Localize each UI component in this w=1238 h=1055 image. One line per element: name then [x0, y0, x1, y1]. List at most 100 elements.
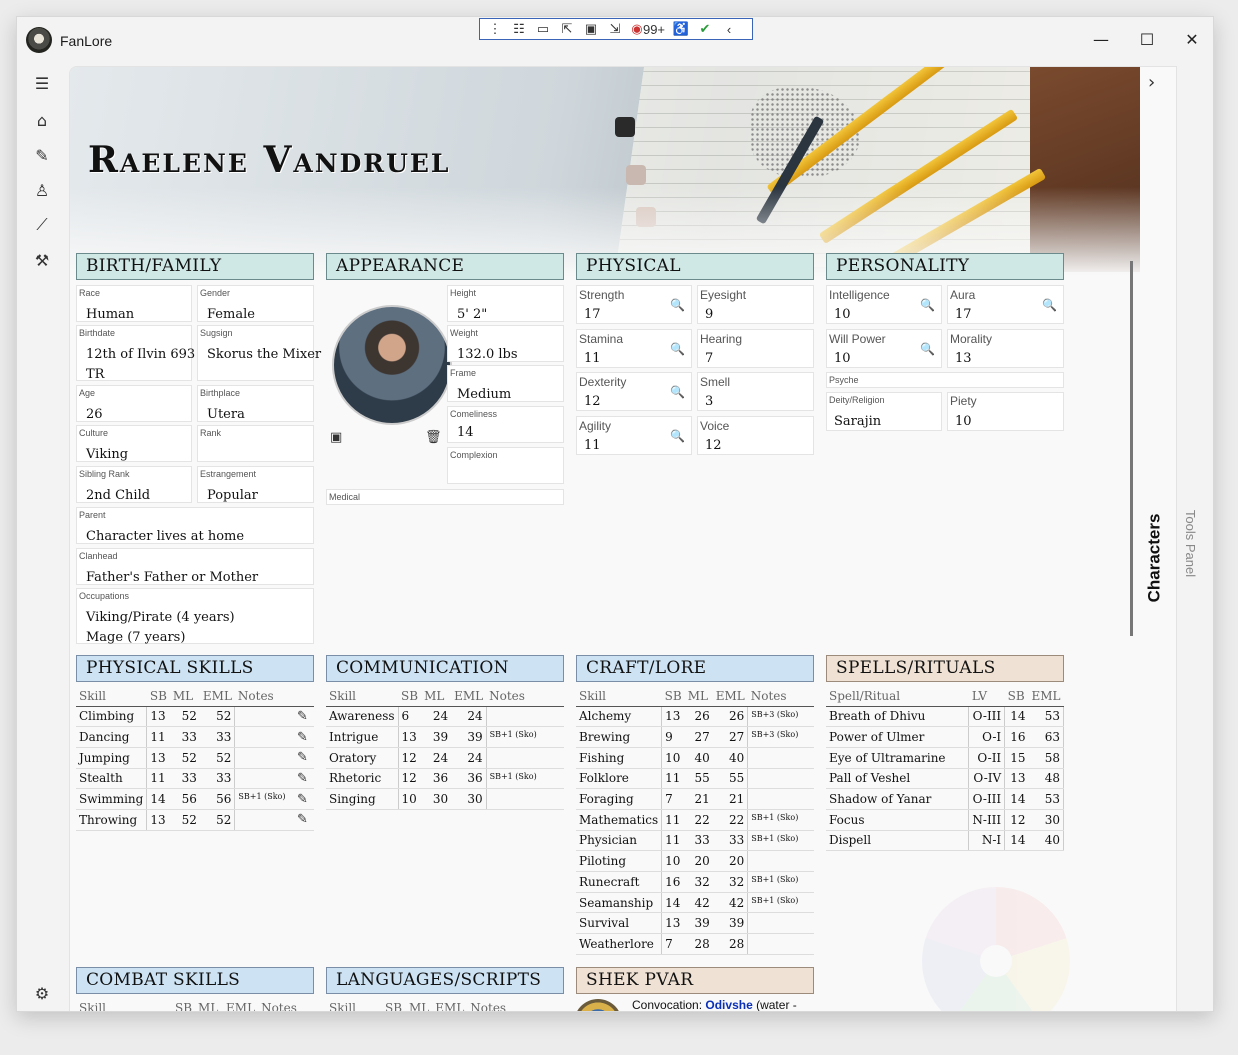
table-row[interactable]: Folklore 11 55 55: [576, 768, 814, 790]
table-row[interactable]: Piloting 10 20 20: [576, 850, 814, 872]
gender-field[interactable]: Gender Female: [197, 285, 314, 322]
eyesight-field[interactable]: Eyesight 9: [697, 285, 814, 324]
table-row[interactable]: Focus N-III 12 30: [826, 809, 1065, 831]
table-row[interactable]: Brewing 9 27 27 SB+3 (Sko): [576, 726, 814, 748]
table-row[interactable]: Survival 13 39 39: [576, 912, 814, 935]
sibling-rank-field[interactable]: Sibling Rank 2nd Child: [76, 466, 192, 503]
table-row[interactable]: Foraging 7 21 21: [576, 788, 814, 810]
sugsign-field[interactable]: Sugsign Skorus the Mixer: [197, 325, 321, 381]
table-row[interactable]: Runecraft 16 32 32 SB+1 (Sko): [576, 871, 814, 893]
medical-field[interactable]: Medical: [326, 489, 564, 505]
search-icon[interactable]: 🔍: [670, 429, 685, 443]
intelligence-field[interactable]: Intelligence 10 🔍: [826, 285, 942, 324]
search-icon[interactable]: 🔍: [670, 298, 685, 312]
table-row[interactable]: Breath of Dhivu O-III 14 53: [826, 706, 1065, 728]
trash-icon[interactable]: 🗑: [425, 430, 442, 445]
search-icon[interactable]: 🔍: [670, 385, 685, 399]
table-row[interactable]: Seamanship 14 42 42 SB+1 (Sko): [576, 892, 814, 914]
table-row[interactable]: Pall of Veshel O-IV 13 48: [826, 768, 1065, 790]
table-row[interactable]: Oratory 12 24 24: [326, 747, 564, 769]
table-row[interactable]: Physician 11 33 33 SB+1 (Sko): [576, 830, 814, 852]
birthplace-field[interactable]: Birthplace Utera: [197, 385, 314, 422]
parent-field[interactable]: Parent Character lives at home: [76, 507, 314, 544]
table-row[interactable]: Dancing 11 33 33 ✎: [76, 726, 314, 748]
close-window-button[interactable]: ✕: [1172, 25, 1212, 53]
table-row[interactable]: Swimming 14 56 56 SB+1 (Sko) ✎: [76, 788, 314, 810]
table-row[interactable]: Intrigue 13 39 39 SB+1 (Sko): [326, 726, 564, 748]
notebook-icon[interactable]: ✎: [30, 143, 54, 167]
tools-icon[interactable]: ⚒: [30, 248, 54, 272]
occupations-field[interactable]: Occupations Viking/Pirate (4 years) Mage (…: [76, 588, 314, 645]
ruler-icon[interactable]: ⟋: [30, 213, 54, 237]
psyche-field[interactable]: Psyche: [826, 372, 1064, 388]
table-row[interactable]: Climbing 13 52 52 ✎: [76, 706, 314, 728]
aura-field[interactable]: Aura 17 🔍: [947, 285, 1064, 324]
race-field[interactable]: Race Human: [76, 285, 192, 322]
table-row[interactable]: Throwing 13 52 52 ✎: [76, 809, 314, 831]
track-focus-icon[interactable]: ⇲: [604, 20, 626, 38]
tools-panel-tab[interactable]: Tools Panel: [1176, 506, 1206, 581]
convocation-link[interactable]: Odivshe: [705, 998, 752, 1011]
hamburger-menu-icon[interactable]: ☰: [30, 71, 54, 95]
stamina-field[interactable]: Stamina 11 🔍: [576, 329, 692, 368]
table-row[interactable]: Stealth 11 33 33 ✎: [76, 768, 314, 790]
table-row[interactable]: Rhetoric 12 36 36 SB+1 (Sko): [326, 768, 564, 790]
binding-failures-button[interactable]: ◉ 99+: [628, 20, 668, 38]
estrangement-field[interactable]: Estrangement Popular: [197, 466, 314, 503]
search-icon[interactable]: 🔍: [670, 342, 685, 356]
collapse-chevron-icon[interactable]: ‹: [718, 20, 740, 38]
piety-field[interactable]: Piety 10: [947, 392, 1064, 431]
edit-pencil-icon[interactable]: ✎: [294, 726, 314, 748]
table-row[interactable]: Dispell N-I 14 40: [826, 830, 1065, 852]
edit-pencil-icon[interactable]: ✎: [294, 706, 314, 728]
table-row[interactable]: Alchemy 13 26 26 SB+3 (Sko): [576, 706, 814, 728]
table-row[interactable]: Eye of Ultramarine O-II 15 58: [826, 747, 1065, 769]
search-icon[interactable]: 🔍: [1042, 298, 1057, 312]
table-row[interactable]: Jumping 13 52 52 ✎: [76, 747, 314, 769]
toolbar-grip-icon[interactable]: ⋮: [484, 20, 506, 38]
table-row[interactable]: Awareness 6 24 24: [326, 706, 564, 728]
maximize-button[interactable]: ☐: [1127, 25, 1167, 53]
morality-field[interactable]: Morality 13: [947, 329, 1064, 368]
comeliness-field[interactable]: Comeliness 14: [447, 406, 564, 443]
agility-field[interactable]: Agility 11 🔍: [576, 416, 692, 455]
accessibility-icon[interactable]: ♿: [670, 20, 692, 38]
table-row[interactable]: Shadow of Yanar O-III 14 53: [826, 788, 1065, 810]
layout-adorner-icon[interactable]: ▣: [580, 20, 602, 38]
search-icon[interactable]: 🔍: [920, 298, 935, 312]
edit-pencil-icon[interactable]: ✎: [294, 747, 314, 769]
check-icon[interactable]: ✔: [694, 20, 716, 38]
dexterity-field[interactable]: Dexterity 12 🔍: [576, 372, 692, 411]
table-row[interactable]: Power of Ulmer O-I 16 63: [826, 726, 1065, 748]
minimize-button[interactable]: —: [1081, 25, 1121, 53]
table-row[interactable]: Mathematics 11 22 22 SB+1 (Sko): [576, 809, 814, 831]
video-icon[interactable]: ▭: [532, 20, 554, 38]
search-icon[interactable]: 🔍: [920, 342, 935, 356]
character-portrait[interactable]: [332, 305, 452, 425]
rank-field[interactable]: Rank: [197, 425, 314, 462]
height-field[interactable]: Height 5' 2": [447, 285, 564, 322]
edit-pencil-icon[interactable]: ✎: [294, 809, 314, 831]
character-icon[interactable]: ♙: [30, 178, 54, 202]
clanhead-field[interactable]: Clanhead Father's Father or Mother: [76, 548, 314, 585]
weight-field[interactable]: Weight 132.0 lbs: [447, 325, 564, 362]
table-row[interactable]: Fishing 10 40 40: [576, 747, 814, 769]
birthdate-field[interactable]: Birthdate 12th of Ilvin 693 TR: [76, 325, 195, 382]
image-upload-icon[interactable]: ▣: [330, 430, 342, 445]
scrollbar-thumb[interactable]: [1130, 261, 1133, 636]
edit-pencil-icon[interactable]: ✎: [294, 788, 314, 810]
select-element-icon[interactable]: ⇱: [556, 20, 578, 38]
complexion-field[interactable]: Complexion: [447, 447, 564, 484]
expand-chevron-icon[interactable]: ›: [1148, 72, 1155, 93]
strength-field[interactable]: Strength 17 🔍: [576, 285, 692, 324]
table-row[interactable]: Weatherlore 7 28 28: [576, 933, 814, 955]
deity-field[interactable]: Deity/Religion Sarajin: [826, 392, 942, 431]
will-power-field[interactable]: Will Power 10 🔍: [826, 329, 942, 368]
age-field[interactable]: Age 26: [76, 385, 192, 422]
live-tree-icon[interactable]: ☷: [508, 20, 530, 38]
home-icon[interactable]: ⌂: [30, 108, 54, 132]
edit-pencil-icon[interactable]: ✎: [294, 768, 314, 790]
settings-gear-icon[interactable]: ⚙: [30, 981, 54, 1005]
voice-field[interactable]: Voice 12: [697, 416, 814, 455]
table-row[interactable]: Singing 10 30 30: [326, 788, 564, 810]
